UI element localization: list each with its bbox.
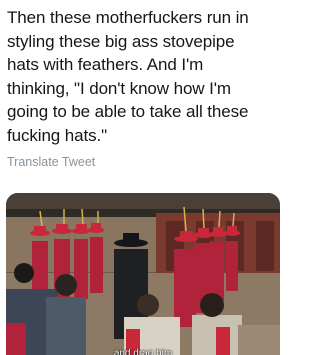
tweet-text-line: fucking hats." bbox=[7, 125, 108, 145]
video-still-image bbox=[6, 193, 280, 355]
translate-tweet-link[interactable]: Translate Tweet bbox=[7, 155, 95, 169]
video-subtitle: and drag him bbox=[113, 348, 173, 355]
tweet-text-line: Then these motherfuckers run in bbox=[7, 8, 249, 27]
tweet-text-line: hats with feathers. And I'm bbox=[7, 55, 204, 74]
tweet-text-line: thinking, "I don't know how I'm bbox=[7, 78, 231, 98]
tweet-media-image[interactable]: and drag him bbox=[6, 193, 280, 355]
tweet-text: Then these motherfuckers run in styling … bbox=[7, 6, 281, 147]
tweet-text-line: styling these big ass stovepipe bbox=[7, 31, 235, 51]
tweet-text-line: going to be able to take all these bbox=[7, 102, 249, 121]
